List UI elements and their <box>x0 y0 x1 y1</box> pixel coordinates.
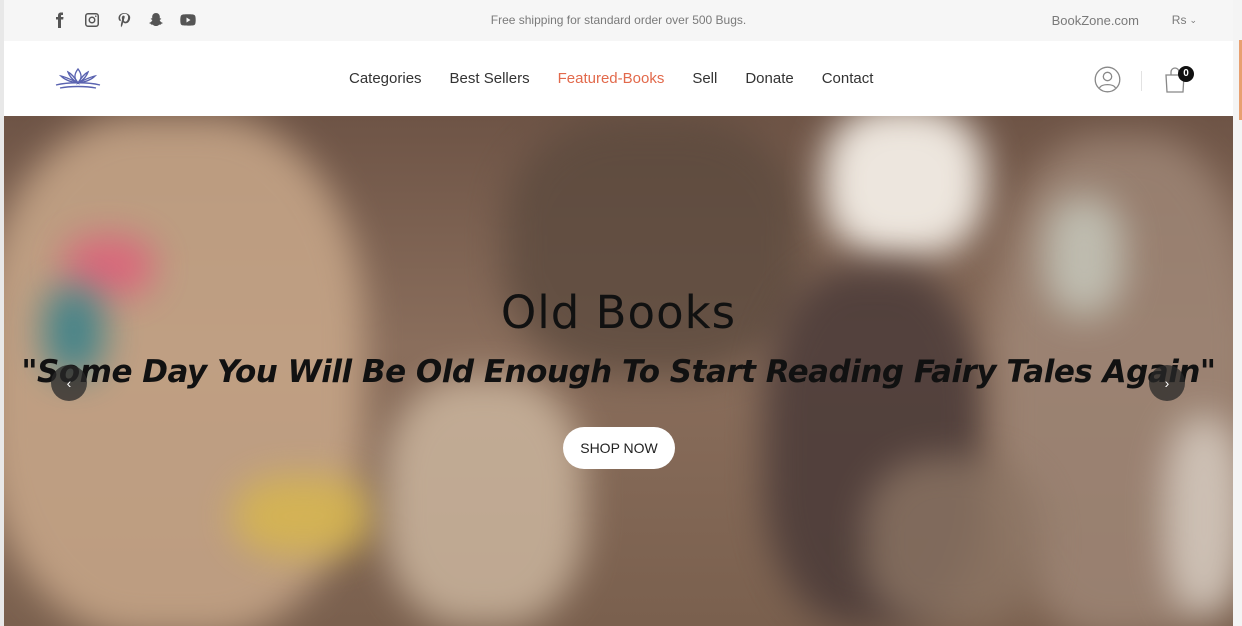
chevron-right-icon[interactable]: › <box>1149 365 1185 401</box>
nav-donate[interactable]: Donate <box>745 70 793 87</box>
cart-count-badge: 0 <box>1178 66 1194 82</box>
shop-now-button[interactable]: SHOP NOW <box>563 427 675 469</box>
header-divider <box>1141 71 1142 91</box>
nav-featured-books[interactable]: Featured-Books <box>558 70 665 87</box>
nav-best-sellers[interactable]: Best Sellers <box>450 70 530 87</box>
nav-sell[interactable]: Sell <box>692 70 717 87</box>
shipping-notice: Free shipping for standard order over 50… <box>490 13 747 27</box>
hero-quote: "Some Day You Will Be Old Enough To Star… <box>21 354 1216 390</box>
hero-title: Old Books <box>500 286 737 339</box>
chevron-down-icon: ⌄ <box>1189 14 1197 25</box>
user-account-icon[interactable] <box>1094 66 1121 93</box>
hero-banner: Old Books "Some Day You Will Be Old Enou… <box>4 116 1233 626</box>
nav-contact[interactable]: Contact <box>822 70 874 87</box>
chevron-left-icon[interactable]: ‹ <box>51 365 87 401</box>
currency-label: Rs <box>1171 13 1187 27</box>
main-nav: Categories Best Sellers Featured-Books S… <box>349 70 901 87</box>
scrollbar[interactable] <box>1233 0 1242 626</box>
top-bar: Free shipping for standard order over 50… <box>4 0 1233 41</box>
nav-categories[interactable]: Categories <box>349 70 422 87</box>
site-link[interactable]: BookZone.com <box>1052 13 1139 28</box>
lotus-logo-icon[interactable] <box>52 65 104 91</box>
currency-selector[interactable]: Rs ⌄ <box>1172 13 1197 27</box>
main-header: Categories Best Sellers Featured-Books S… <box>4 41 1233 116</box>
